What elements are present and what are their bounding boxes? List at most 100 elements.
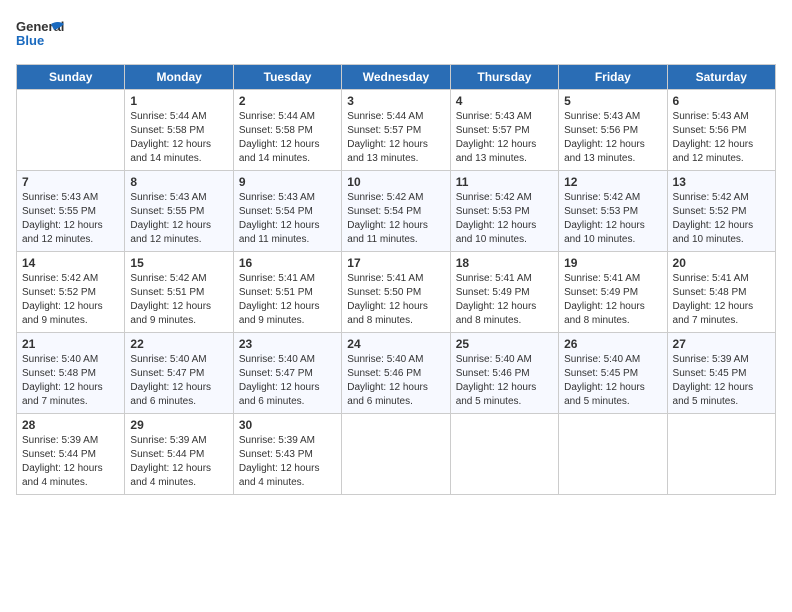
calendar-cell: 20 Sunrise: 5:41 AM Sunset: 5:48 PM Dayli…	[667, 252, 775, 333]
calendar-cell: 4Sunrise: 5:43 AM Sunset: 5:57 PM Daylig…	[450, 90, 558, 171]
calendar-cell: 23Sunrise: 5:40 AM Sunset: 5:47 PM Dayli…	[233, 333, 341, 414]
day-number: 3	[347, 94, 444, 108]
day-number: 5	[564, 94, 661, 108]
weekday-header-sunday: Sunday	[17, 65, 125, 90]
calendar-body: 1Sunrise: 5:44 AM Sunset: 5:58 PM Daylig…	[17, 90, 776, 495]
day-info: Sunrise: 5:39 AM Sunset: 5:45 PM Dayligh…	[673, 353, 770, 409]
day-info: Sunrise: 5:43 AM Sunset: 5:57 PM Dayligh…	[456, 110, 553, 166]
day-number: 8	[130, 175, 227, 189]
day-info: Sunrise: 5:43 AM Sunset: 5:56 PM Dayligh…	[564, 110, 661, 166]
calendar-cell	[559, 414, 667, 495]
calendar-cell: 28 Sunrise: 5:39 AM Sunset: 5:44 PM Dayli…	[17, 414, 125, 495]
day-number: 18	[456, 256, 553, 270]
calendar-cell: 29 Sunrise: 5:39 AM Sunset: 5:44 PM Dayli…	[125, 414, 233, 495]
calendar-cell: 5 Sunrise: 5:43 AM Sunset: 5:56 PM Daylig…	[559, 90, 667, 171]
weekday-header-thursday: Thursday	[450, 65, 558, 90]
svg-text:Blue: Blue	[16, 33, 44, 48]
weekday-header-wednesday: Wednesday	[342, 65, 450, 90]
day-number: 23	[239, 337, 336, 351]
week-row-2: 7 Sunrise: 5:43 AM Sunset: 5:55 PM Daylig…	[17, 171, 776, 252]
calendar-cell: 13 Sunrise: 5:42 AM Sunset: 5:52 PM Dayli…	[667, 171, 775, 252]
day-number: 28	[22, 418, 119, 432]
day-info: Sunrise: 5:41 AM Sunset: 5:48 PM Dayligh…	[673, 272, 770, 328]
weekday-header-tuesday: Tuesday	[233, 65, 341, 90]
weekday-header-row: SundayMondayTuesdayWednesdayThursdayFrid…	[17, 65, 776, 90]
day-info: Sunrise: 5:41 AM Sunset: 5:51 PM Dayligh…	[239, 272, 336, 328]
day-number: 29	[130, 418, 227, 432]
day-number: 26	[564, 337, 661, 351]
calendar-cell: 21 Sunrise: 5:40 AM Sunset: 5:48 PM Dayli…	[17, 333, 125, 414]
calendar-cell: 30 Sunrise: 5:39 AM Sunset: 5:43 PM Dayli…	[233, 414, 341, 495]
day-info: Sunrise: 5:41 AM Sunset: 5:49 PM Dayligh…	[456, 272, 553, 328]
calendar-cell	[667, 414, 775, 495]
day-info: Sunrise: 5:44 AM Sunset: 5:57 PM Dayligh…	[347, 110, 444, 166]
day-info: Sunrise: 5:42 AM Sunset: 5:54 PM Dayligh…	[347, 191, 444, 247]
logo-svg: GeneralBlue	[16, 16, 66, 52]
calendar-cell: 3 Sunrise: 5:44 AM Sunset: 5:57 PM Daylig…	[342, 90, 450, 171]
calendar-cell: 19 Sunrise: 5:41 AM Sunset: 5:49 PM Dayli…	[559, 252, 667, 333]
day-info: Sunrise: 5:41 AM Sunset: 5:50 PM Dayligh…	[347, 272, 444, 328]
calendar-cell: 10 Sunrise: 5:42 AM Sunset: 5:54 PM Dayli…	[342, 171, 450, 252]
day-number: 7	[22, 175, 119, 189]
weekday-header-monday: Monday	[125, 65, 233, 90]
day-number: 17	[347, 256, 444, 270]
calendar-cell: 8 Sunrise: 5:43 AM Sunset: 5:55 PM Daylig…	[125, 171, 233, 252]
day-number: 13	[673, 175, 770, 189]
calendar-cell: 14Sunrise: 5:42 AM Sunset: 5:52 PM Dayli…	[17, 252, 125, 333]
week-row-4: 21 Sunrise: 5:40 AM Sunset: 5:48 PM Dayli…	[17, 333, 776, 414]
calendar-cell: 9 Sunrise: 5:43 AM Sunset: 5:54 PM Daylig…	[233, 171, 341, 252]
day-number: 19	[564, 256, 661, 270]
day-info: Sunrise: 5:40 AM Sunset: 5:48 PM Dayligh…	[22, 353, 119, 409]
calendar-table: SundayMondayTuesdayWednesdayThursdayFrid…	[16, 64, 776, 495]
calendar-cell: 26 Sunrise: 5:40 AM Sunset: 5:45 PM Dayli…	[559, 333, 667, 414]
day-info: Sunrise: 5:39 AM Sunset: 5:44 PM Dayligh…	[22, 434, 119, 490]
day-info: Sunrise: 5:42 AM Sunset: 5:53 PM Dayligh…	[456, 191, 553, 247]
day-info: Sunrise: 5:44 AM Sunset: 5:58 PM Dayligh…	[130, 110, 227, 166]
day-info: Sunrise: 5:42 AM Sunset: 5:51 PM Dayligh…	[130, 272, 227, 328]
calendar-cell: 16 Sunrise: 5:41 AM Sunset: 5:51 PM Dayli…	[233, 252, 341, 333]
calendar-cell: 25 Sunrise: 5:40 AM Sunset: 5:46 PM Dayli…	[450, 333, 558, 414]
day-number: 11	[456, 175, 553, 189]
calendar-cell: 17 Sunrise: 5:41 AM Sunset: 5:50 PM Dayli…	[342, 252, 450, 333]
calendar-cell	[342, 414, 450, 495]
calendar-cell: 12 Sunrise: 5:42 AM Sunset: 5:53 PM Dayli…	[559, 171, 667, 252]
day-number: 25	[456, 337, 553, 351]
day-number: 30	[239, 418, 336, 432]
day-info: Sunrise: 5:43 AM Sunset: 5:54 PM Dayligh…	[239, 191, 336, 247]
calendar-cell: 2 Sunrise: 5:44 AM Sunset: 5:58 PM Daylig…	[233, 90, 341, 171]
day-info: Sunrise: 5:40 AM Sunset: 5:46 PM Dayligh…	[347, 353, 444, 409]
calendar-cell: 18 Sunrise: 5:41 AM Sunset: 5:49 PM Dayli…	[450, 252, 558, 333]
day-info: Sunrise: 5:43 AM Sunset: 5:55 PM Dayligh…	[130, 191, 227, 247]
calendar-cell: 27 Sunrise: 5:39 AM Sunset: 5:45 PM Dayli…	[667, 333, 775, 414]
calendar-cell	[17, 90, 125, 171]
day-number: 6	[673, 94, 770, 108]
day-number: 27	[673, 337, 770, 351]
day-number: 22	[130, 337, 227, 351]
weekday-header-friday: Friday	[559, 65, 667, 90]
day-info: Sunrise: 5:40 AM Sunset: 5:45 PM Dayligh…	[564, 353, 661, 409]
calendar-cell: 6 Sunrise: 5:43 AM Sunset: 5:56 PM Daylig…	[667, 90, 775, 171]
calendar-cell: 11 Sunrise: 5:42 AM Sunset: 5:53 PM Dayli…	[450, 171, 558, 252]
day-info: Sunrise: 5:43 AM Sunset: 5:56 PM Dayligh…	[673, 110, 770, 166]
day-info: Sunrise: 5:39 AM Sunset: 5:44 PM Dayligh…	[130, 434, 227, 490]
day-info: Sunrise: 5:40 AM Sunset: 5:46 PM Dayligh…	[456, 353, 553, 409]
day-number: 2	[239, 94, 336, 108]
day-info: Sunrise: 5:39 AM Sunset: 5:43 PM Dayligh…	[239, 434, 336, 490]
day-info: Sunrise: 5:41 AM Sunset: 5:49 PM Dayligh…	[564, 272, 661, 328]
day-number: 12	[564, 175, 661, 189]
calendar-cell: 24Sunrise: 5:40 AM Sunset: 5:46 PM Dayli…	[342, 333, 450, 414]
calendar-cell	[450, 414, 558, 495]
day-info: Sunrise: 5:44 AM Sunset: 5:58 PM Dayligh…	[239, 110, 336, 166]
weekday-header-saturday: Saturday	[667, 65, 775, 90]
day-number: 9	[239, 175, 336, 189]
day-number: 20	[673, 256, 770, 270]
week-row-1: 1Sunrise: 5:44 AM Sunset: 5:58 PM Daylig…	[17, 90, 776, 171]
day-number: 10	[347, 175, 444, 189]
calendar-cell: 15Sunrise: 5:42 AM Sunset: 5:51 PM Dayli…	[125, 252, 233, 333]
calendar-cell: 22Sunrise: 5:40 AM Sunset: 5:47 PM Dayli…	[125, 333, 233, 414]
day-info: Sunrise: 5:42 AM Sunset: 5:53 PM Dayligh…	[564, 191, 661, 247]
calendar-cell: 1Sunrise: 5:44 AM Sunset: 5:58 PM Daylig…	[125, 90, 233, 171]
day-number: 21	[22, 337, 119, 351]
day-number: 16	[239, 256, 336, 270]
day-info: Sunrise: 5:42 AM Sunset: 5:52 PM Dayligh…	[673, 191, 770, 247]
